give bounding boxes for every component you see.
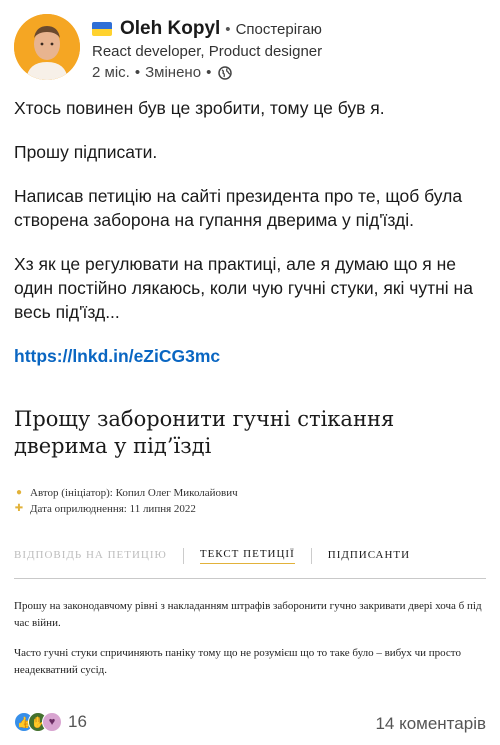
calendar-icon: ✚	[14, 503, 24, 514]
post-header: Oleh Kopyl • Спостерігаю React developer…	[14, 14, 486, 84]
petition-date: ✚ Дата оприлюднення: 11 липня 2022	[14, 503, 196, 515]
tab-signers[interactable]: ПІДПИСАНТИ	[328, 549, 410, 564]
petition-date-text: Дата оприлюднення: 11 липня 2022	[30, 503, 196, 515]
post-paragraph: Написав петицію на сайті президента про …	[14, 186, 463, 230]
post-paragraph: Прошу підписати.	[14, 142, 158, 162]
follow-status[interactable]: Спостерігаю	[236, 21, 322, 38]
post-paragraph: Хтось повинен був це зробити, тому це бу…	[14, 98, 385, 118]
support-reaction-icon: ♥	[42, 712, 62, 732]
tab-response[interactable]: ВІДПОВІДЬ НА ПЕТИЦІЮ	[14, 549, 167, 564]
author-avatar[interactable]	[14, 14, 80, 80]
post-link[interactable]: https://lnkd.in/eZiCG3mc	[14, 344, 488, 368]
comments-count[interactable]: 14 коментарів	[375, 714, 486, 734]
petition-title[interactable]: Прощу заборонити гучні стікання дверима …	[14, 406, 484, 460]
petition-author: ● Автор (ініціатор): Копил Олег Миколайо…	[14, 487, 238, 499]
post-time: 2 міс.	[92, 64, 130, 81]
tab-divider	[182, 548, 184, 564]
globe-icon	[218, 65, 233, 80]
author-name-line: Oleh Kopyl • Спостерігаю	[92, 18, 322, 40]
person-icon: ●	[15, 487, 23, 498]
author-headline: React developer, Product designer	[92, 43, 323, 60]
author-name[interactable]: Oleh Kopyl	[120, 18, 220, 40]
post-footer: 👍 ✋ ♥ 16 14 коментарів	[14, 712, 486, 736]
separator-dot: •	[225, 20, 231, 38]
tab-divider	[310, 548, 312, 564]
petition-paragraph: Часто гучні стуки спричиняють паніку том…	[14, 647, 461, 676]
reactions-count: 16	[68, 712, 87, 731]
ukraine-flag-icon	[92, 22, 112, 36]
petition-body: Прошу на законодавчому рівні з накладанн…	[14, 598, 488, 692]
petition-tabs: ВІДПОВІДЬ НА ПЕТИЦІЮ ТЕКСТ ПЕТИЦІЇ ПІДПИ…	[14, 546, 484, 566]
divider	[14, 578, 486, 579]
edited-label: Змінено	[145, 64, 202, 81]
petition-paragraph: Прошу на законодавчому рівні з накладанн…	[14, 600, 482, 629]
separator-dot: •	[134, 64, 141, 81]
reactions-summary[interactable]: 👍 ✋ ♥ 16	[14, 712, 87, 732]
separator-dot: •	[206, 64, 212, 81]
tab-petition-text[interactable]: ТЕКСТ ПЕТИЦІЇ	[199, 548, 295, 564]
post-paragraph: Хз як це регулювати на практиці, але я д…	[14, 254, 473, 322]
petition-author-text: Автор (ініціатор): Копил Олег Миколайови…	[30, 487, 238, 499]
post-text: Хтось повинен був це зробити, тому це бу…	[14, 96, 488, 368]
post-meta: 2 міс. • Змінено •	[92, 64, 233, 81]
